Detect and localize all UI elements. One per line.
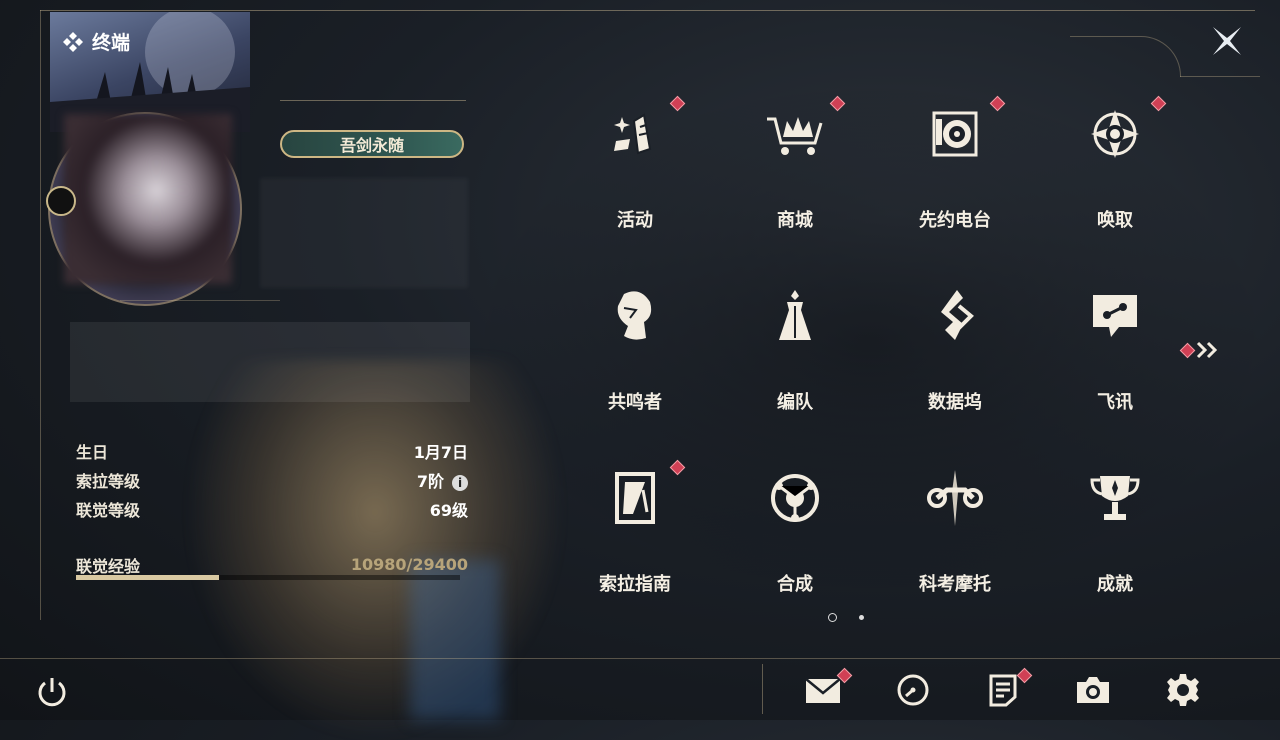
camera-icon: [1077, 677, 1109, 703]
stat-value: 1月7日: [413, 442, 468, 462]
menu-item-data-bank[interactable]: 数据坞: [905, 278, 1005, 418]
menu-item-summon[interactable]: 唤取: [1065, 96, 1165, 236]
menu-item-shop[interactable]: 商城: [745, 96, 845, 236]
divider: [120, 300, 280, 301]
avatar[interactable]: [64, 114, 232, 284]
motorcycle-icon: [925, 468, 985, 528]
clock-icon: [897, 674, 929, 706]
close-icon: [1213, 27, 1241, 55]
frame-top-line: [40, 10, 1255, 11]
menu-grid: 活动 商城 先约电台 唤取 共鸣者 编队 数据坞 飞讯 索拉指南 合成 科考摩托…: [585, 95, 1185, 606]
menu-item-label: 先约电台: [919, 210, 991, 231]
player-name-area: [260, 178, 468, 288]
stat-row-union-level: 联觉等级 69级: [76, 494, 468, 523]
menu-item-guide[interactable]: 索拉指南: [585, 460, 685, 600]
stat-label: 联觉等级: [76, 500, 141, 520]
menu-item-resonators[interactable]: 共鸣者: [585, 278, 685, 418]
stat-label: 索拉等级: [76, 471, 141, 491]
page-dot[interactable]: [859, 615, 864, 620]
guide-icon: [605, 468, 665, 528]
menu-item-label: 飞讯: [1097, 392, 1133, 413]
time-button[interactable]: [893, 670, 933, 710]
exp-progress-fill: [76, 575, 220, 580]
synthesis-icon: [765, 468, 825, 528]
menu-item-label: 成就: [1097, 574, 1133, 595]
bottom-divider: [0, 658, 1280, 659]
player-stats: 生日 1月7日 索拉等级 7阶 i 联觉等级 69级: [76, 436, 468, 523]
menu-item-achievements[interactable]: 成就: [1065, 460, 1165, 600]
exit-game-button[interactable]: [32, 672, 72, 712]
page-indicator: [828, 613, 864, 622]
page-title-text: 终端: [92, 32, 131, 54]
frame-curve: [1070, 36, 1181, 77]
stat-row-sol-level: 索拉等级 7阶 i: [76, 465, 468, 494]
exp-value: 10980/29400: [350, 555, 468, 574]
menu-item-label: 数据坞: [928, 392, 982, 413]
data-bank-icon: [925, 286, 985, 346]
stat-label: 生日: [76, 442, 109, 462]
photo-button[interactable]: [1073, 670, 1113, 710]
menu-item-team[interactable]: 编队: [745, 278, 845, 418]
menu-item-label: 合成: [777, 574, 813, 595]
double-chevron-right-icon: [1196, 341, 1218, 359]
menu-item-label: 科考摩托: [919, 574, 991, 595]
gear-icon: [1167, 674, 1199, 706]
close-button[interactable]: [1206, 20, 1248, 62]
resonator-icon: [605, 286, 665, 346]
menu-item-label: 编队: [777, 392, 813, 413]
terminal-icon: [63, 31, 83, 52]
background-character-dress: [410, 560, 500, 720]
trophy-icon: [1085, 468, 1145, 528]
settings-button[interactable]: [1163, 670, 1203, 710]
exp-label: 联觉经验: [76, 556, 141, 576]
menu-item-activity[interactable]: 活动: [585, 96, 685, 236]
message-icon: [1085, 286, 1145, 346]
divider: [280, 100, 466, 101]
mail-button[interactable]: [803, 667, 853, 710]
next-page-button[interactable]: [1179, 340, 1221, 360]
page-title: 终端: [62, 28, 130, 55]
page-dot-active[interactable]: [828, 613, 837, 622]
menu-item-label: 共鸣者: [608, 392, 662, 413]
activity-icon: [605, 104, 665, 164]
menu-item-label: 唤取: [1097, 210, 1133, 231]
menu-item-label: 索拉指南: [599, 574, 671, 595]
mail-icon: [805, 678, 841, 703]
shop-icon: [765, 104, 825, 164]
stat-value: 69级: [429, 500, 468, 520]
menu-item-radio[interactable]: 先约电台: [905, 96, 1005, 236]
info-icon[interactable]: i: [452, 474, 468, 491]
stat-value-wrap: 7阶 i: [417, 468, 468, 492]
title-badge-text: 吾剑永随: [339, 136, 404, 155]
frame-left-line: [40, 10, 41, 620]
notify-dot: [1016, 667, 1033, 684]
avatar-frame-knob: [46, 186, 76, 216]
menu-item-motorcycle[interactable]: 科考摩托: [905, 460, 1005, 600]
stat-row-birthday: 生日 1月7日: [76, 436, 468, 465]
frame-line: [1180, 76, 1260, 77]
menu-item-messages[interactable]: 飞讯: [1065, 278, 1165, 418]
menu-item-label: 活动: [617, 210, 653, 231]
menu-item-label: 商城: [777, 210, 813, 231]
exp-progress-bar: [76, 575, 460, 580]
summon-icon: [1085, 104, 1145, 164]
power-icon: [38, 678, 66, 707]
menu-item-synthesis[interactable]: 合成: [745, 460, 845, 600]
notice-icon: [989, 674, 1017, 707]
signature-area[interactable]: [70, 322, 470, 402]
team-icon: [765, 286, 825, 346]
bottom-separator: [762, 664, 763, 714]
radio-icon: [925, 104, 985, 164]
title-badge[interactable]: 吾剑永随: [280, 130, 464, 158]
notice-button[interactable]: [983, 667, 1033, 710]
stat-value: 7阶: [416, 471, 444, 491]
notify-dot: [1179, 342, 1196, 358]
